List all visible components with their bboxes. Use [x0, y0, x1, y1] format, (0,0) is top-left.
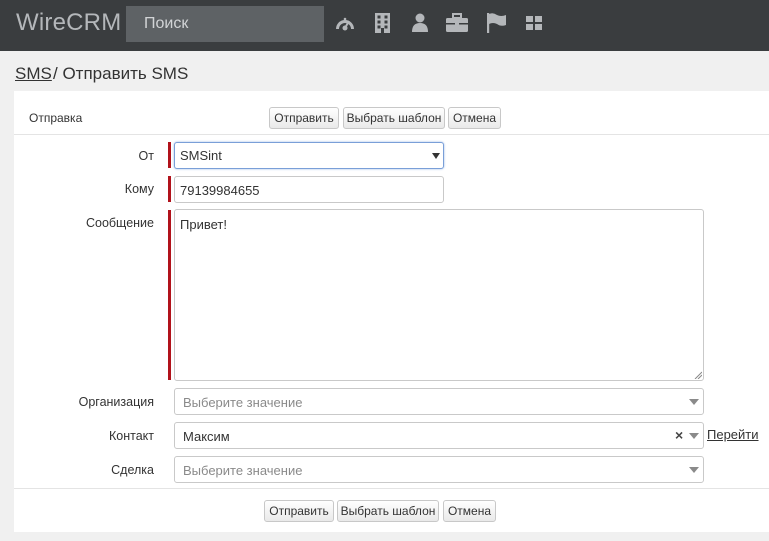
contact-label: Контакт [108, 429, 154, 443]
choose-template-button-top[interactable]: Выбрать шаблон [343, 107, 445, 129]
section-title: Отправка [29, 111, 83, 125]
divider [14, 488, 769, 489]
grid-icon[interactable] [526, 13, 542, 35]
message-label: Сообщение [85, 216, 154, 230]
chevron-down-icon [689, 467, 699, 473]
choose-template-button-bottom[interactable]: Выбрать шаблон [337, 500, 439, 522]
deal-select[interactable]: Выберите значение [174, 456, 704, 483]
to-field-value: 79139984655 [180, 183, 260, 198]
from-select[interactable]: SMSint [174, 142, 444, 169]
page-title: / Отправить SMS [53, 64, 189, 83]
organization-select[interactable]: Выберите значение [174, 388, 704, 415]
chevron-down-icon [689, 399, 699, 405]
chevron-down-icon [432, 153, 440, 159]
organization-label: Организация [78, 395, 154, 409]
dashboard-icon[interactable] [334, 13, 356, 35]
chevron-down-icon [689, 433, 699, 439]
required-marker [168, 142, 171, 168]
message-textarea-value: Привет! [180, 217, 227, 232]
flag-icon[interactable] [487, 13, 507, 35]
from-label: От [138, 149, 154, 163]
contact-select[interactable]: Максим × [174, 422, 704, 449]
deal-placeholder: Выберите значение [183, 463, 303, 478]
search-input[interactable] [126, 6, 324, 42]
breadcrumb-sms-link[interactable]: SMS [15, 64, 52, 84]
cancel-button-top[interactable]: Отмена [448, 107, 501, 129]
resize-grip-icon[interactable] [694, 371, 702, 379]
brand-logo[interactable]: WireCRM [16, 9, 121, 37]
deal-label: Сделка [111, 463, 154, 477]
briefcase-icon[interactable] [446, 13, 468, 35]
send-button-top[interactable]: Отправить [269, 107, 339, 129]
from-select-value: SMSint [180, 148, 222, 163]
required-marker [168, 210, 171, 380]
building-icon[interactable] [375, 13, 390, 35]
contact-value: Максим [183, 429, 230, 444]
required-marker [168, 176, 171, 202]
clear-icon[interactable]: × [675, 427, 683, 443]
send-button-bottom[interactable]: Отправить [264, 500, 334, 522]
to-field[interactable]: 79139984655 [174, 176, 444, 203]
divider [14, 134, 769, 135]
to-label: Кому [124, 182, 154, 196]
message-textarea[interactable]: Привет! [174, 209, 704, 381]
organization-placeholder: Выберите значение [183, 395, 303, 410]
contact-goto-link[interactable]: Перейти [707, 427, 759, 442]
user-icon[interactable] [412, 13, 428, 35]
cancel-button-bottom[interactable]: Отмена [443, 500, 496, 522]
